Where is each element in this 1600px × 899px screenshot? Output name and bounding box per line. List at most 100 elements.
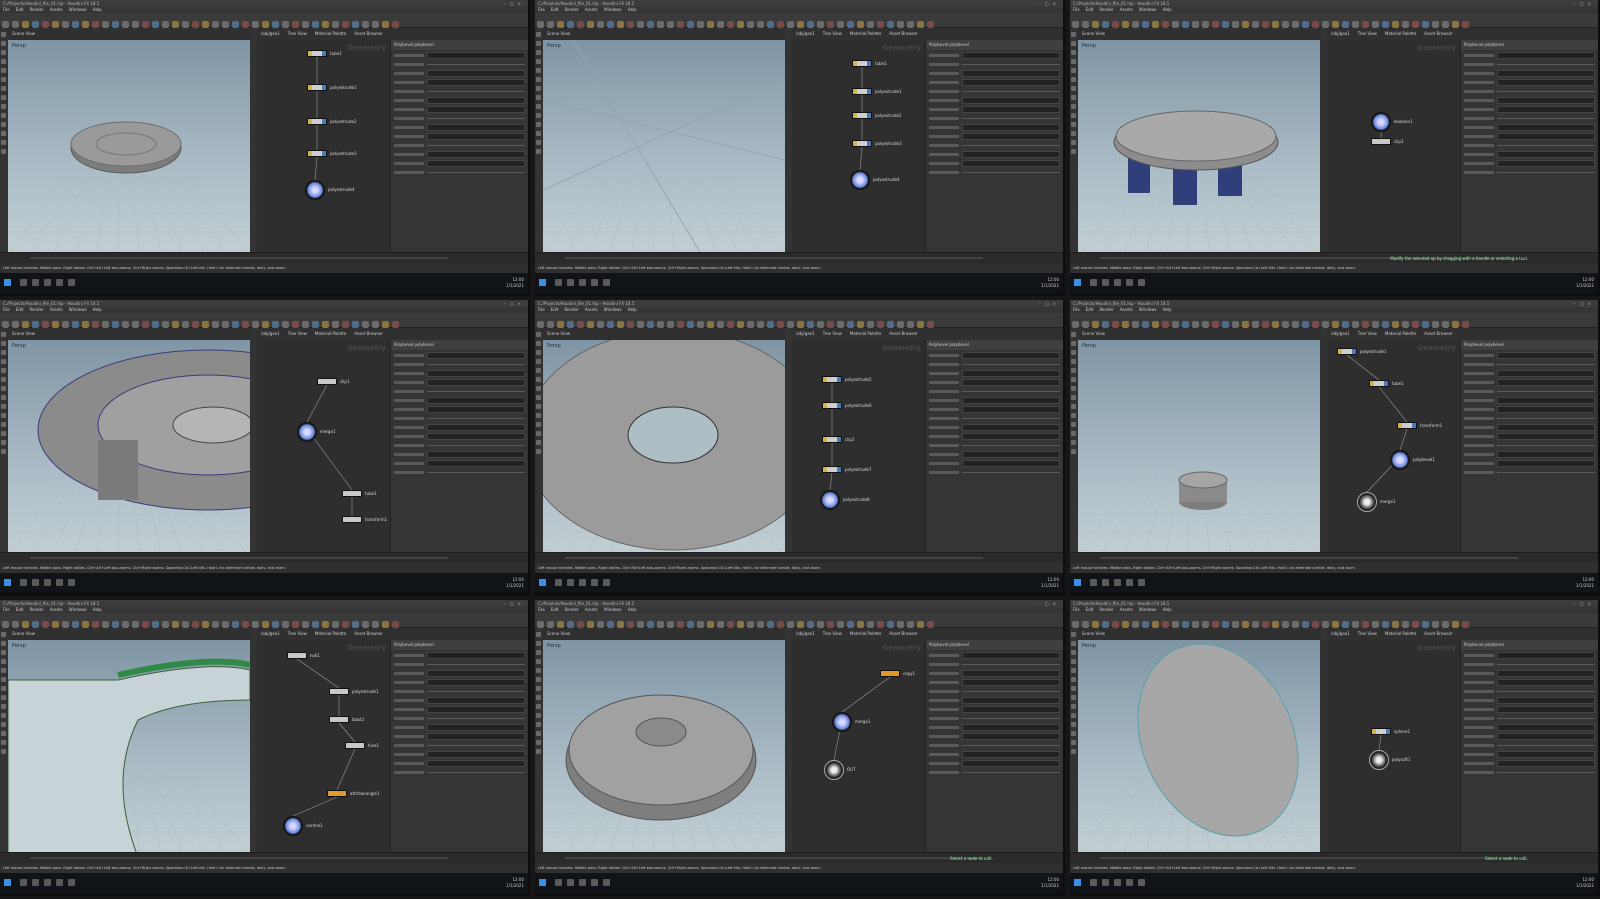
parameter-slider[interactable] bbox=[427, 418, 525, 419]
windows-start-icon[interactable] bbox=[4, 579, 11, 586]
shelf-tool-icon[interactable] bbox=[242, 21, 249, 28]
node-polyextrude2[interactable] bbox=[307, 118, 327, 125]
network-tab[interactable]: Asset Browser bbox=[354, 331, 382, 336]
parameter-slider[interactable] bbox=[962, 664, 1060, 665]
node-copy1[interactable] bbox=[880, 670, 900, 677]
shelf-tool-icon[interactable] bbox=[637, 621, 644, 628]
network-tab[interactable]: Material Palette bbox=[850, 31, 881, 36]
tool-icon[interactable] bbox=[536, 422, 541, 427]
shelf-tool-icon[interactable] bbox=[1092, 621, 1099, 628]
shelf-tool-icon[interactable] bbox=[567, 21, 574, 28]
shelf-tool-icon[interactable] bbox=[72, 21, 79, 28]
shelf-tool-icon[interactable] bbox=[797, 621, 804, 628]
parameter-field[interactable] bbox=[962, 52, 1060, 59]
menu-render[interactable]: Render bbox=[29, 7, 43, 12]
network-tab[interactable]: Material Palette bbox=[315, 631, 346, 636]
shelf-tool-icon[interactable] bbox=[927, 21, 934, 28]
viewport[interactable]: Persp bbox=[1078, 640, 1320, 857]
tool-icon[interactable] bbox=[1, 68, 6, 73]
shelf-tool-icon[interactable] bbox=[887, 621, 894, 628]
shelf-tool-icon[interactable] bbox=[857, 621, 864, 628]
shelf-tool-icon[interactable] bbox=[32, 321, 39, 328]
parameter-slider[interactable] bbox=[962, 772, 1060, 773]
shelf-tool-icon[interactable] bbox=[917, 21, 924, 28]
node-polyextrude6[interactable] bbox=[822, 402, 842, 409]
shelf-tool-icon[interactable] bbox=[1282, 21, 1289, 28]
shelf-tool-icon[interactable] bbox=[332, 321, 339, 328]
parameter-slider[interactable] bbox=[1497, 364, 1595, 365]
shelf-tool-icon[interactable] bbox=[1372, 321, 1379, 328]
tool-icon[interactable] bbox=[1071, 149, 1076, 154]
parameter-field[interactable] bbox=[427, 670, 525, 677]
shelf-tool-icon[interactable] bbox=[102, 621, 109, 628]
menu-windows[interactable]: Windows bbox=[1139, 7, 1157, 12]
tool-icon[interactable] bbox=[1071, 350, 1076, 355]
shelf-tool-icon[interactable] bbox=[1222, 621, 1229, 628]
taskbar-app-icon[interactable] bbox=[32, 579, 39, 586]
windows-start-icon[interactable] bbox=[1074, 279, 1081, 286]
shelf-tool-icon[interactable] bbox=[202, 21, 209, 28]
parameter-field[interactable] bbox=[427, 424, 525, 431]
shelf-tool-icon[interactable] bbox=[1092, 321, 1099, 328]
shelf-tool-icon[interactable] bbox=[392, 621, 399, 628]
tool-icon[interactable] bbox=[1071, 677, 1076, 682]
shelf-tool-icon[interactable] bbox=[82, 21, 89, 28]
shelf-tool-icon[interactable] bbox=[717, 321, 724, 328]
menu-assets[interactable]: Assets bbox=[1120, 7, 1133, 12]
node-tube1[interactable] bbox=[342, 490, 362, 497]
menu-file[interactable]: File bbox=[538, 7, 545, 12]
shelf-tool-icon[interactable] bbox=[1222, 321, 1229, 328]
shelf-tool-icon[interactable] bbox=[1312, 621, 1319, 628]
shelf-tool-icon[interactable] bbox=[102, 21, 109, 28]
tool-icon[interactable] bbox=[1, 140, 6, 145]
shelf-tool-icon[interactable] bbox=[1252, 21, 1259, 28]
taskbar-app-icon[interactable] bbox=[579, 279, 586, 286]
tool-icon[interactable] bbox=[536, 350, 541, 355]
parameter-slider[interactable] bbox=[1497, 118, 1595, 119]
shelf-tool-icon[interactable] bbox=[767, 321, 774, 328]
shelf-tool-icon[interactable] bbox=[332, 21, 339, 28]
shelf-tool-icon[interactable] bbox=[362, 621, 369, 628]
tool-icon[interactable] bbox=[1, 131, 6, 136]
shelf-tool-icon[interactable] bbox=[1072, 21, 1079, 28]
parameter-field[interactable] bbox=[1497, 760, 1595, 767]
shelf-tool-icon[interactable] bbox=[52, 621, 59, 628]
shelf-tool-icon[interactable] bbox=[747, 621, 754, 628]
parameter-field[interactable] bbox=[962, 460, 1060, 467]
network-tab[interactable]: Material Palette bbox=[1385, 631, 1416, 636]
shelf-tool-icon[interactable] bbox=[877, 21, 884, 28]
network-tab[interactable]: Material Palette bbox=[850, 631, 881, 636]
shelf-tool-icon[interactable] bbox=[657, 321, 664, 328]
menu-help[interactable]: Help bbox=[93, 607, 102, 612]
window-controls[interactable]: –□× bbox=[1574, 0, 1595, 7]
tool-icon[interactable] bbox=[1, 722, 6, 727]
parameter-field[interactable] bbox=[962, 97, 1060, 104]
parameter-slider[interactable] bbox=[1497, 64, 1595, 65]
shelf-tool-icon[interactable] bbox=[1402, 621, 1409, 628]
tool-icon[interactable] bbox=[1071, 431, 1076, 436]
shelf-tool-icon[interactable] bbox=[687, 621, 694, 628]
shelf-tool-icon[interactable] bbox=[1112, 621, 1119, 628]
tool-icon[interactable] bbox=[1, 395, 6, 400]
network-editor[interactable]: Geometry tube1 polyextrude1 polyextrude2 pol… bbox=[257, 40, 390, 257]
shelf-tool-icon[interactable] bbox=[132, 321, 139, 328]
parameter-field[interactable] bbox=[1497, 733, 1595, 740]
timeline-slider[interactable] bbox=[30, 557, 448, 559]
shelf-tool-icon[interactable] bbox=[112, 21, 119, 28]
parameter-field[interactable] bbox=[1497, 52, 1595, 59]
parameter-slider[interactable] bbox=[427, 664, 525, 665]
taskbar-app-icon[interactable] bbox=[603, 279, 610, 286]
shelf-tool-icon[interactable] bbox=[1252, 321, 1259, 328]
menu-assets[interactable]: Assets bbox=[1120, 307, 1133, 312]
network-editor[interactable]: Geometry sphere1 polysoft1 bbox=[1327, 640, 1460, 857]
parameter-field[interactable] bbox=[427, 460, 525, 467]
shelf-tool-icon[interactable] bbox=[12, 621, 19, 628]
shelf-tool-icon[interactable] bbox=[857, 321, 864, 328]
parameter-field[interactable] bbox=[427, 133, 525, 140]
parameter-field[interactable] bbox=[962, 697, 1060, 704]
tool-icon[interactable] bbox=[1, 59, 6, 64]
shelf-tool-icon[interactable] bbox=[1332, 621, 1339, 628]
tool-icon[interactable] bbox=[1, 41, 6, 46]
viewport-tab[interactable]: Scene View bbox=[12, 31, 35, 36]
tool-icon[interactable] bbox=[1, 122, 6, 127]
